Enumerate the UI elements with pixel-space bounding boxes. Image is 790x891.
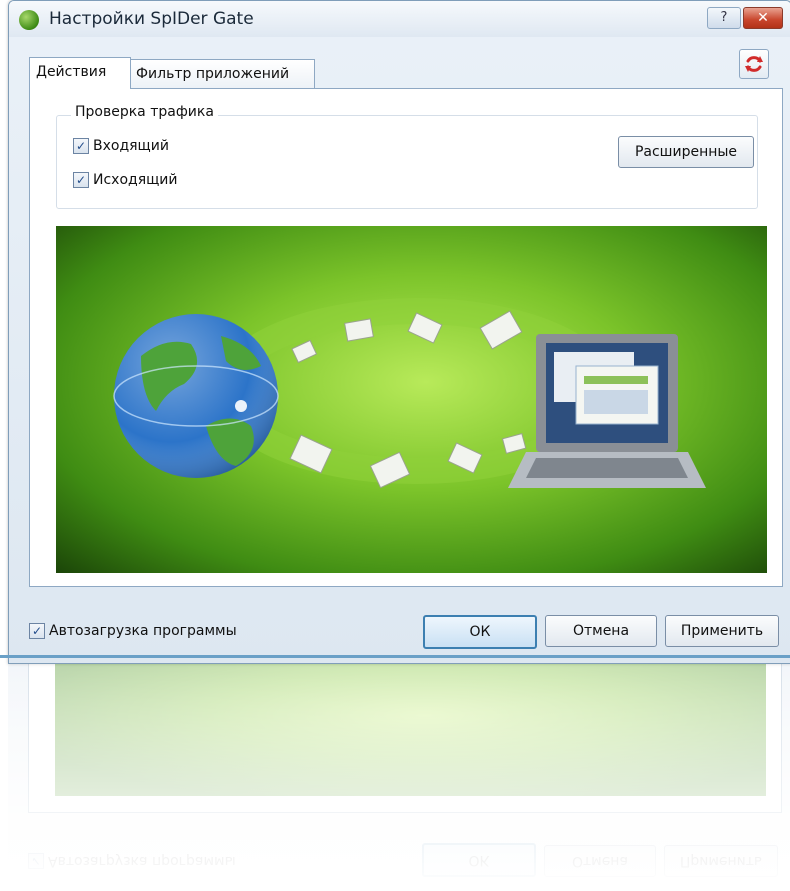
window-title: Настройки SpIDer Gate bbox=[49, 9, 254, 29]
incoming-checkbox-row[interactable]: ✓ Входящий bbox=[73, 138, 169, 154]
title-bar[interactable]: Настройки SpIDer Gate ? ✕ bbox=[9, 1, 790, 37]
outgoing-label: Исходящий bbox=[93, 172, 178, 188]
tab-panel: Проверка трафика ✓ Входящий ✓ Исходящий … bbox=[29, 88, 783, 587]
traffic-check-title: Проверка трафика bbox=[71, 104, 218, 120]
reflection-footer: ✓ Автозагрузка программы ОК Отмена Приме… bbox=[8, 831, 790, 891]
incoming-label: Входящий bbox=[93, 138, 169, 154]
reflection-apply: Применить bbox=[664, 845, 778, 877]
reflection-panel bbox=[28, 664, 782, 813]
help-button[interactable]: ? bbox=[707, 7, 741, 29]
reset-icon bbox=[745, 56, 763, 72]
reflection-autostart-checkbox: ✓ bbox=[28, 853, 44, 869]
footer: ✓ Автозагрузка программы ОК Отмена Приме… bbox=[9, 601, 790, 649]
close-button[interactable]: ✕ bbox=[743, 7, 783, 29]
autostart-checkbox[interactable]: ✓ bbox=[29, 623, 45, 639]
reflection-banner bbox=[55, 664, 766, 796]
reflection-cancel: Отмена bbox=[544, 845, 656, 877]
outgoing-checkbox-row[interactable]: ✓ Исходящий bbox=[73, 172, 178, 188]
reflection-autostart: ✓ Автозагрузка программы bbox=[28, 853, 236, 869]
traffic-illustration bbox=[56, 226, 767, 573]
traffic-flow-illustration bbox=[113, 298, 706, 489]
spider-gate-app-icon bbox=[19, 10, 39, 30]
tab-app-filter[interactable]: Фильтр приложений bbox=[129, 59, 315, 88]
reflection-autostart-label: Автозагрузка программы bbox=[48, 853, 236, 869]
traffic-check-group: Проверка трафика ✓ Входящий ✓ Исходящий … bbox=[56, 104, 758, 209]
window-reflection: ✓ Автозагрузка программы ОК Отмена Приме… bbox=[8, 664, 790, 891]
laptop-icon bbox=[508, 334, 706, 488]
reflection-ok: ОК bbox=[422, 843, 536, 877]
outgoing-checkbox[interactable]: ✓ bbox=[73, 172, 89, 188]
apply-button[interactable]: Применить bbox=[665, 615, 779, 647]
tab-actions[interactable]: Действия bbox=[29, 57, 131, 89]
settings-window: Настройки SpIDer Gate ? ✕ Действия Фильт… bbox=[8, 0, 790, 664]
reset-button[interactable] bbox=[739, 49, 769, 79]
ok-button[interactable]: ОК bbox=[423, 615, 537, 649]
advanced-button[interactable]: Расширенные bbox=[618, 136, 754, 168]
window-bottom-border bbox=[0, 655, 790, 658]
autostart-label: Автозагрузка программы bbox=[49, 623, 237, 639]
cancel-button[interactable]: Отмена bbox=[545, 615, 657, 647]
autostart-checkbox-row[interactable]: ✓ Автозагрузка программы bbox=[29, 623, 237, 639]
incoming-checkbox[interactable]: ✓ bbox=[73, 138, 89, 154]
globe-icon bbox=[113, 314, 279, 478]
